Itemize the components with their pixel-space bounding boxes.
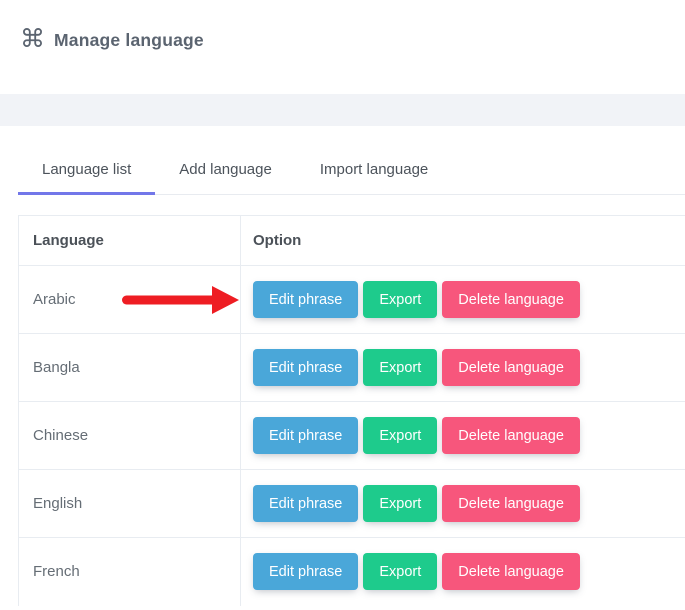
- column-header-option: Option: [241, 216, 685, 266]
- language-name: English: [19, 470, 241, 538]
- table-row-english: EnglishEdit phraseExportDelete language: [19, 470, 685, 538]
- edit-phrase-button[interactable]: Edit phrase: [253, 281, 358, 318]
- export-button[interactable]: Export: [363, 349, 437, 386]
- topbar-band: [0, 94, 685, 126]
- tab-bar: Language listAdd languageImport language: [18, 150, 685, 195]
- table-row-arabic: Arabic Edit phraseExportDelete language: [19, 266, 685, 334]
- table-header-row: LanguageOption: [19, 216, 685, 266]
- language-table: LanguageOption Arabic Edit phraseExportD…: [18, 215, 685, 606]
- language-name: Arabic: [19, 266, 241, 334]
- delete-language-button[interactable]: Delete language: [442, 485, 580, 522]
- table-row-french: FrenchEdit phraseExportDelete language: [19, 538, 685, 606]
- delete-language-button[interactable]: Delete language: [442, 417, 580, 454]
- option-cell: Edit phraseExportDelete language: [241, 538, 685, 606]
- tab-language-list[interactable]: Language list: [18, 150, 155, 195]
- tab-import-language[interactable]: Import language: [296, 150, 452, 195]
- option-cell: Edit phraseExportDelete language: [241, 266, 685, 334]
- edit-phrase-button[interactable]: Edit phrase: [253, 485, 358, 522]
- tab-add-language[interactable]: Add language: [155, 150, 296, 195]
- language-name: Bangla: [19, 334, 241, 402]
- edit-phrase-button[interactable]: Edit phrase: [253, 349, 358, 386]
- delete-language-button[interactable]: Delete language: [442, 281, 580, 318]
- column-header-language: Language: [19, 216, 241, 266]
- option-cell: Edit phraseExportDelete language: [241, 334, 685, 402]
- export-button[interactable]: Export: [363, 417, 437, 454]
- delete-language-button[interactable]: Delete language: [442, 553, 580, 590]
- delete-language-button[interactable]: Delete language: [442, 349, 580, 386]
- export-button[interactable]: Export: [363, 281, 437, 318]
- page-header: ⌘ Manage language: [20, 28, 204, 53]
- language-name: Chinese: [19, 402, 241, 470]
- red-arrow-icon: [122, 286, 239, 314]
- edit-phrase-button[interactable]: Edit phrase: [253, 417, 358, 454]
- export-button[interactable]: Export: [363, 485, 437, 522]
- language-name: French: [19, 538, 241, 606]
- option-cell: Edit phraseExportDelete language: [241, 470, 685, 538]
- table-row-chinese: ChineseEdit phraseExportDelete language: [19, 402, 685, 470]
- command-icon: ⌘: [20, 27, 45, 52]
- edit-phrase-button[interactable]: Edit phrase: [253, 553, 358, 590]
- option-cell: Edit phraseExportDelete language: [241, 402, 685, 470]
- table-row-bangla: BanglaEdit phraseExportDelete language: [19, 334, 685, 402]
- language-table-container: LanguageOption Arabic Edit phraseExportD…: [18, 215, 685, 606]
- page-title: Manage language: [54, 30, 204, 51]
- export-button[interactable]: Export: [363, 553, 437, 590]
